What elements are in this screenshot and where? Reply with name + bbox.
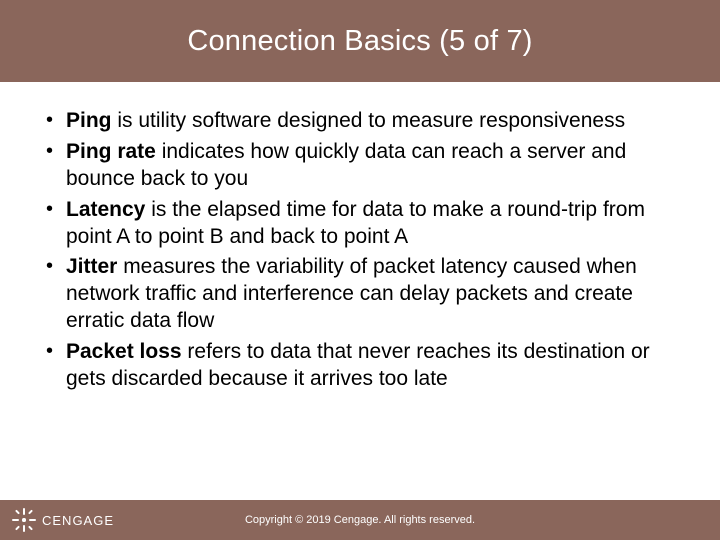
definition: is the elapsed time for data to make a r… [66, 198, 645, 248]
brand-logo: CENGAGE [12, 508, 114, 532]
starburst-icon [12, 508, 36, 532]
slide-title: Connection Basics (5 of 7) [187, 25, 532, 58]
term: Latency [66, 198, 145, 221]
list-item: Latency is the elapsed time for data to … [42, 197, 678, 251]
list-item: Jitter measures the variability of packe… [42, 254, 678, 335]
footer-band: CENGAGE Copyright © 2019 Cengage. All ri… [0, 500, 720, 540]
list-item: Packet loss refers to data that never re… [42, 339, 678, 393]
bullet-list: Ping is utility software designed to mea… [42, 108, 678, 393]
list-item: Ping is utility software designed to mea… [42, 108, 678, 135]
title-band: Connection Basics (5 of 7) [0, 0, 720, 82]
term: Packet loss [66, 340, 182, 363]
term: Ping [66, 109, 112, 132]
slide: Connection Basics (5 of 7) Ping is utili… [0, 0, 720, 540]
copyright-text: Copyright © 2019 Cengage. All rights res… [245, 514, 475, 526]
term: Ping rate [66, 140, 156, 163]
term: Jitter [66, 255, 117, 278]
list-item: Ping rate indicates how quickly data can… [42, 139, 678, 193]
content-area: Ping is utility software designed to mea… [0, 82, 720, 500]
definition: is utility software designed to measure … [112, 109, 626, 132]
brand-text: CENGAGE [42, 513, 114, 528]
definition: measures the variability of packet laten… [66, 255, 637, 332]
